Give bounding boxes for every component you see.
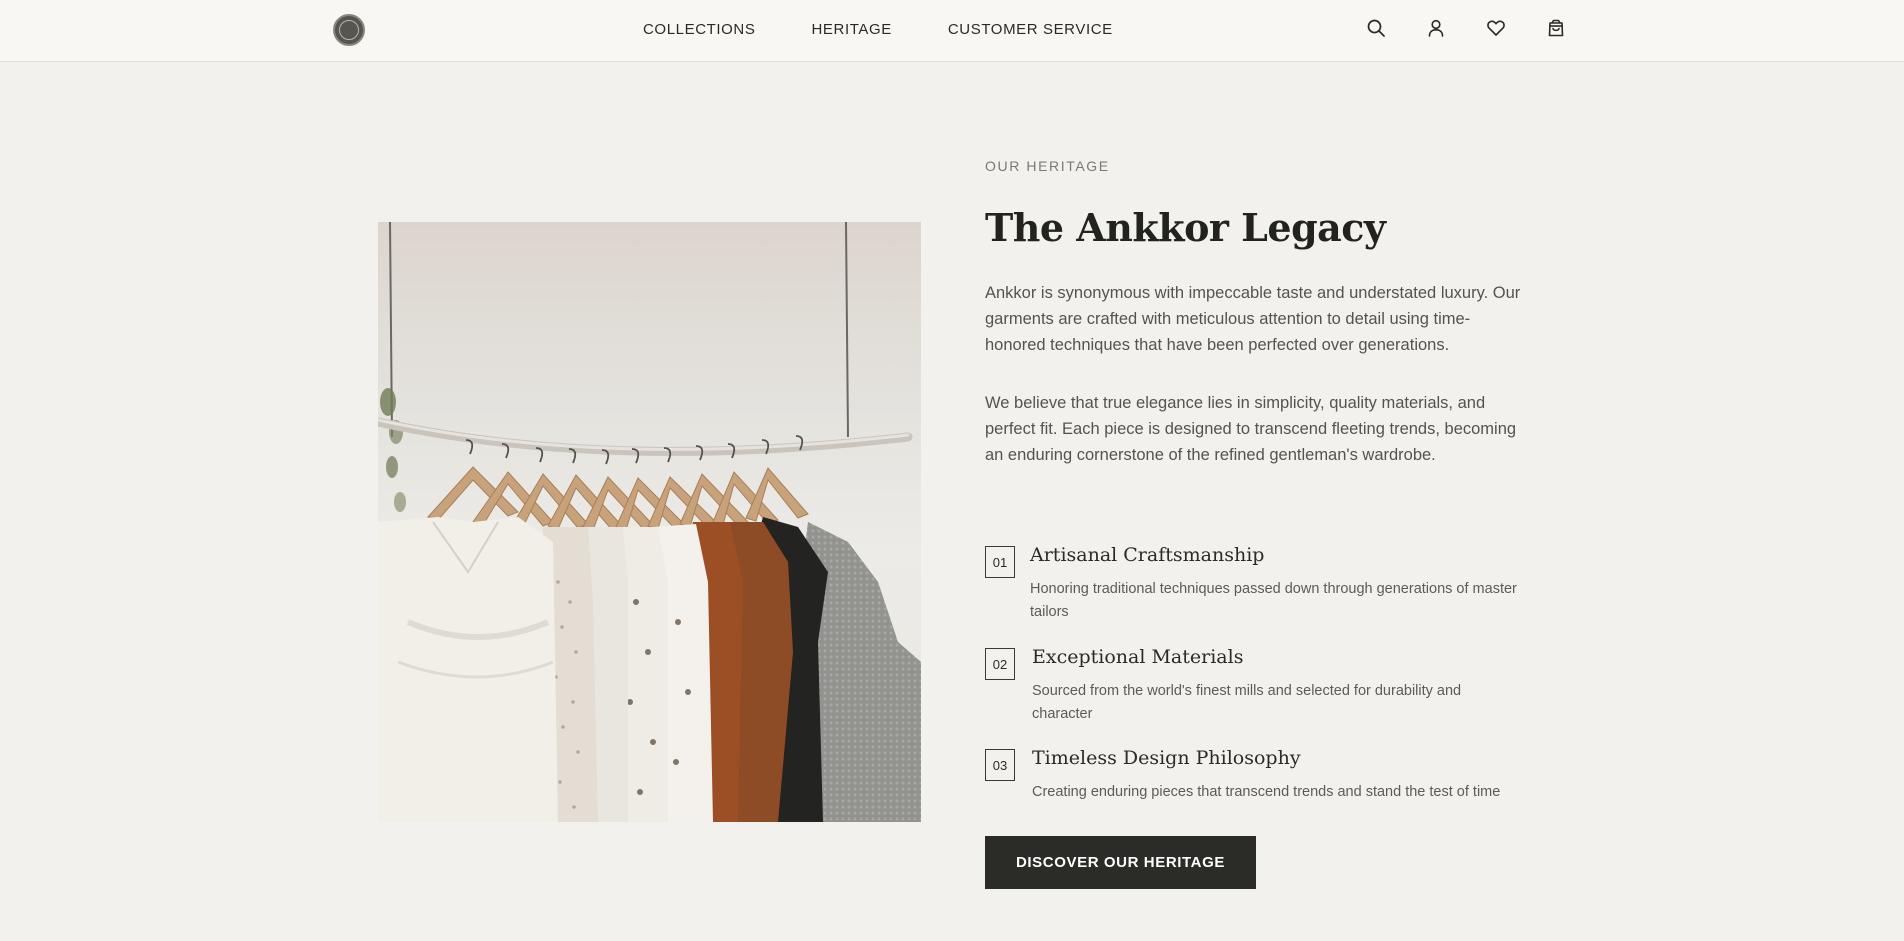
main-nav: COLLECTIONS HERITAGE CUSTOMER SERVICE xyxy=(643,21,1113,38)
philosophy-paragraph: We believe that true elegance lies in si… xyxy=(985,394,1517,464)
nav-collections[interactable]: COLLECTIONS xyxy=(643,21,755,38)
feature-description: Creating enduring pieces that transcend … xyxy=(1032,784,1501,800)
section-title: The Ankkor Legacy xyxy=(985,205,1386,250)
section-eyebrow: OUR HERITAGE xyxy=(985,158,1110,174)
header-actions xyxy=(1366,18,1566,38)
brand-logo[interactable] xyxy=(333,14,365,46)
search-icon[interactable] xyxy=(1366,18,1386,38)
user-icon[interactable] xyxy=(1426,18,1446,38)
feature-title: Exceptional Materials xyxy=(1032,646,1244,668)
feature-number: 02 xyxy=(985,648,1015,680)
site-header: COLLECTIONS HERITAGE CUSTOMER SERVICE xyxy=(0,0,1904,62)
discover-heritage-button[interactable]: DISCOVER OUR HERITAGE xyxy=(985,836,1256,889)
intro-paragraph: Ankkor is synonymous with impeccable tas… xyxy=(985,284,1521,354)
feature-number: 03 xyxy=(985,749,1015,781)
feature-description: Sourced from the world's finest mills an… xyxy=(1032,683,1462,722)
nav-customer-service[interactable]: CUSTOMER SERVICE xyxy=(948,21,1113,38)
clothing-rack-image xyxy=(378,222,921,822)
feature-title: Artisanal Craftsmanship xyxy=(1030,544,1265,566)
feature-number: 01 xyxy=(985,546,1015,578)
logo-emblem xyxy=(339,20,359,40)
heart-icon[interactable] xyxy=(1486,18,1506,38)
nav-heritage[interactable]: HERITAGE xyxy=(811,21,891,38)
feature-description: Honoring traditional techniques passed d… xyxy=(1030,581,1517,620)
feature-title: Timeless Design Philosophy xyxy=(1032,747,1301,769)
shopping-bag-icon[interactable] xyxy=(1546,18,1566,38)
